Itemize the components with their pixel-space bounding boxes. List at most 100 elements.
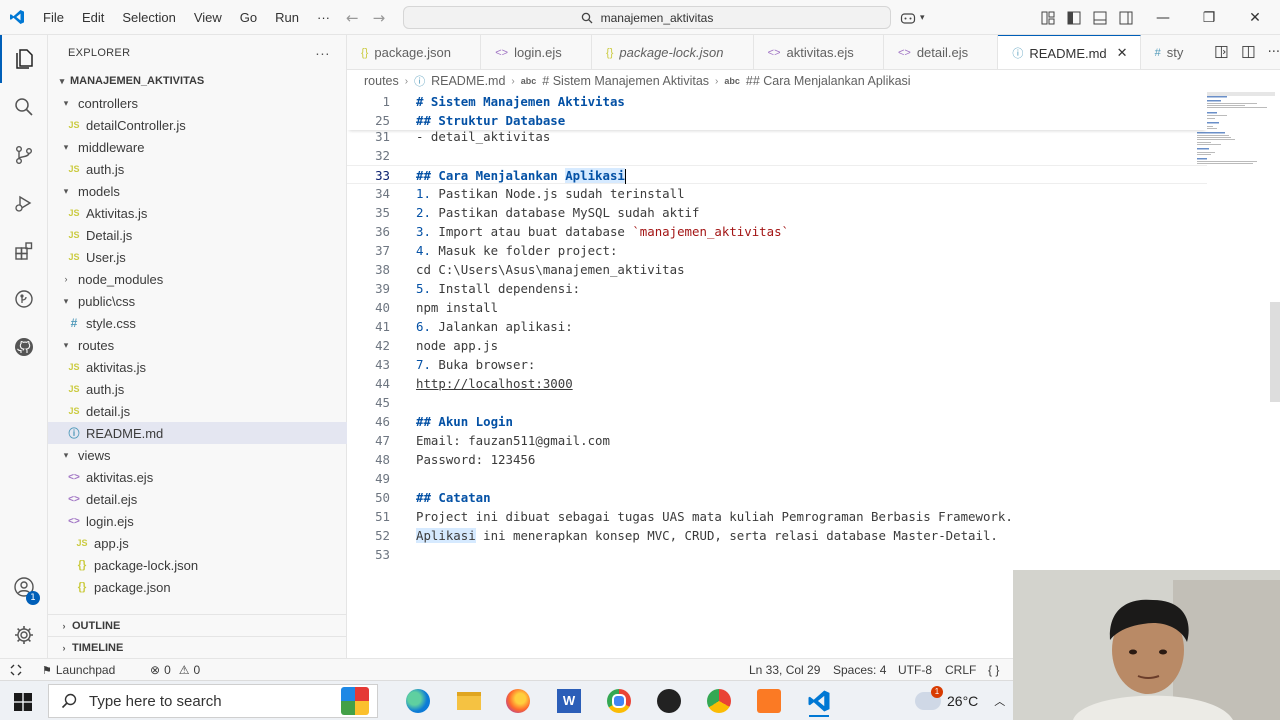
breadcrumb-item[interactable]: # Sistem Manajemen Aktivitas <box>542 74 709 88</box>
tree-file[interactable]: JS Aktivitas.js <box>48 202 347 224</box>
tree-file[interactable]: JS app.js <box>48 532 347 554</box>
xampp-icon[interactable] <box>751 685 787 717</box>
encoding[interactable]: UTF-8 <box>898 659 932 681</box>
workspace-root[interactable]: ▾ MANAJEMEN_AKTIVITAS <box>48 70 346 92</box>
tree-folder[interactable]: ▾ routes <box>48 334 347 356</box>
tree-file[interactable]: <> login.ejs <box>48 510 347 532</box>
language-mode[interactable]: { } <box>988 659 999 681</box>
tree-folder[interactable]: ▾ public\css <box>48 290 347 312</box>
toggle-panel-icon[interactable] <box>1092 10 1108 26</box>
edge-icon[interactable] <box>400 685 436 717</box>
tree-file[interactable]: JS aktivitas.js <box>48 356 347 378</box>
tree-folder[interactable]: ▾ views <box>48 444 347 466</box>
chrome-profile-icon[interactable] <box>701 685 737 717</box>
weather-temperature: 26°C <box>947 693 979 709</box>
source-control-icon[interactable] <box>0 131 48 179</box>
firefox-icon[interactable] <box>500 685 536 717</box>
open-preview-icon[interactable] <box>1214 44 1229 60</box>
extensions-icon[interactable] <box>0 227 48 275</box>
more-actions-icon[interactable]: ··· <box>315 45 330 61</box>
timeline-section[interactable]: › TIMELINE <box>48 636 347 658</box>
gitlens-icon[interactable] <box>0 275 48 323</box>
github-icon[interactable] <box>0 323 48 371</box>
outline-section[interactable]: › OUTLINE <box>48 614 347 636</box>
tree-file[interactable]: JS detailController.js <box>48 114 347 136</box>
weather-widget[interactable]: 1 26°C ︿ <box>915 681 1005 720</box>
line-content: 5. Install dependensi: <box>416 279 580 298</box>
tab[interactable]: <> login.ejs <box>481 35 593 69</box>
tab[interactable]: {} package.json <box>347 35 482 69</box>
tree-file[interactable]: {} package.json <box>48 576 347 598</box>
close-icon[interactable]: ✕ <box>1117 45 1128 61</box>
tree-folder[interactable]: ▾ models <box>48 180 347 202</box>
chevron-up-icon[interactable]: ︿ <box>994 693 1005 709</box>
tab[interactable]: {} package-lock.json <box>592 35 754 69</box>
back-arrow-icon[interactable]: ← <box>346 9 359 27</box>
tree-file[interactable]: JS auth.js <box>48 378 347 400</box>
copilot-menu[interactable]: ▾ <box>900 0 925 35</box>
rubiks-cube-icon <box>341 687 369 715</box>
tree-file[interactable]: # style.css <box>48 312 347 334</box>
split-editor-icon[interactable] <box>1241 44 1256 60</box>
tree-file[interactable]: <> aktivitas.ejs <box>48 466 347 488</box>
toggle-secondary-sidebar-icon[interactable] <box>1118 10 1134 26</box>
toggle-primary-sidebar-icon[interactable] <box>1066 10 1082 26</box>
command-center-search[interactable]: manajemen_aktivitas <box>403 6 891 29</box>
search-icon[interactable] <box>0 83 48 131</box>
indentation[interactable]: Spaces: 4 <box>833 659 886 681</box>
launchpad-button[interactable]: ⚑ Launchpad <box>42 659 115 681</box>
breadcrumb-item[interactable]: README.md <box>431 74 505 88</box>
customize-layout-icon[interactable] <box>1040 10 1056 26</box>
tab[interactable]: <> detail.ejs <box>884 35 999 69</box>
more-actions-icon[interactable]: ··· <box>1268 45 1280 60</box>
editor-scrollbar[interactable] <box>1270 302 1280 402</box>
run-debug-icon[interactable] <box>0 179 48 227</box>
tree-file[interactable]: JS Detail.js <box>48 224 347 246</box>
minimize-icon[interactable]: — <box>1140 0 1186 35</box>
tree-file[interactable]: JS auth.js <box>48 158 347 180</box>
windows-start-icon[interactable] <box>14 693 32 715</box>
restore-icon[interactable]: ❐ <box>1186 0 1232 35</box>
tab-label: package-lock.json <box>619 45 724 60</box>
menu-item[interactable]: Edit <box>73 0 113 35</box>
tree-file[interactable]: ⓘ README.md <box>48 422 347 444</box>
tree-file[interactable]: JS detail.js <box>48 400 347 422</box>
javascript-file-icon: JS <box>68 164 80 174</box>
tree-file[interactable]: {} package-lock.json <box>48 554 347 576</box>
problems-indicator[interactable]: ⊗ 0 ⚠ 0 <box>150 659 200 681</box>
menu-item[interactable]: ··· <box>308 0 339 35</box>
vscode-taskbar-icon[interactable] <box>801 685 837 717</box>
code-line: 51 Project ini dibuat sebagai tugas UAS m… <box>347 507 1207 526</box>
cursor-position[interactable]: Ln 33, Col 29 <box>749 659 820 681</box>
breadcrumb-item[interactable]: ## Cara Menjalankan Aplikasi <box>746 74 911 88</box>
menu-item[interactable]: Go <box>231 0 266 35</box>
close-window-icon[interactable]: ✕ <box>1232 0 1278 35</box>
explorer-icon[interactable] <box>0 35 48 83</box>
url-link[interactable]: http://localhost:3000 <box>416 376 573 391</box>
line-ending[interactable]: CRLF <box>945 659 976 681</box>
word-icon[interactable]: W <box>551 685 587 717</box>
minimap[interactable] <box>1195 92 1275 182</box>
tree-folder[interactable]: › node_modules <box>48 268 347 290</box>
menu-item[interactable]: Selection <box>113 0 184 35</box>
github-desktop-icon[interactable] <box>651 685 687 717</box>
forward-arrow-icon[interactable]: → <box>373 9 386 27</box>
menu-item[interactable]: View <box>185 0 231 35</box>
breadcrumb-item[interactable]: routes <box>364 74 399 88</box>
tab[interactable]: <> aktivitas.ejs <box>754 35 884 69</box>
tree-folder[interactable]: ▾ middleware <box>48 136 347 158</box>
chevron-down-icon: ▾ <box>63 449 69 460</box>
tree-folder[interactable]: ▾ controllers <box>48 92 347 114</box>
chrome-icon[interactable] <box>601 685 637 717</box>
accounts-icon[interactable]: 1 <box>0 563 48 611</box>
remote-indicator-icon[interactable] <box>0 659 32 681</box>
tab[interactable]: ⓘ README.md ✕ <box>998 35 1141 69</box>
gear-icon[interactable] <box>0 611 48 659</box>
tree-file[interactable]: JS User.js <box>48 246 347 268</box>
taskbar-search-box[interactable]: Type here to search <box>48 684 378 718</box>
menu-item[interactable]: File <box>34 0 73 35</box>
tree-file[interactable]: <> detail.ejs <box>48 488 347 510</box>
tab-label: aktivitas.ejs <box>786 45 854 60</box>
menu-item[interactable]: Run <box>266 0 308 35</box>
file-explorer-icon[interactable] <box>451 685 487 717</box>
